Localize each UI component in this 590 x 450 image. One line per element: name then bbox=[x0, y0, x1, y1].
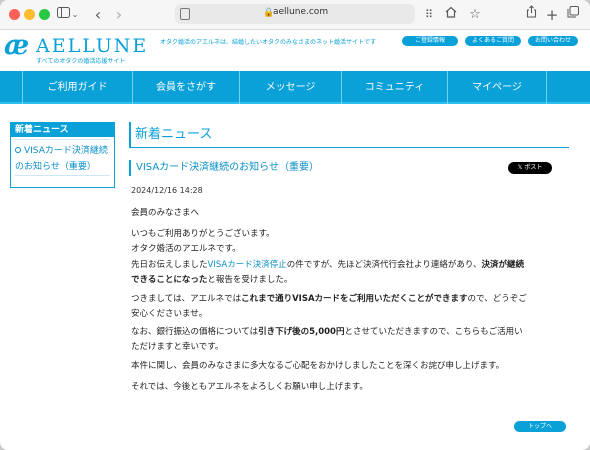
section-title: 新着ニュース bbox=[129, 122, 569, 148]
bold-text: 決済が継続 bbox=[481, 260, 525, 270]
share-icon[interactable] bbox=[524, 5, 538, 25]
divider bbox=[15, 139, 110, 140]
home-icon[interactable] bbox=[444, 5, 458, 25]
text: とさせていただきますので、こちらもご活用い bbox=[344, 327, 523, 337]
contact-button[interactable]: お問い合わせ bbox=[528, 36, 578, 46]
sidebar-toggle-icon[interactable] bbox=[56, 5, 70, 25]
news-sidebar: 新着ニュース VISAカード決済継続 のお知らせ（重要） bbox=[10, 122, 115, 188]
address-bar[interactable]: 🔒 aellune.com bbox=[175, 4, 415, 24]
bold-text: 引き下げ後の5,000円 bbox=[258, 327, 345, 337]
article-date: 2024/12/16 14:28 bbox=[131, 186, 203, 195]
browser-window: ⌄ ‹ › 🔒 aellune.com ⠿ ☆ + æ AELLUNE すべての… bbox=[0, 0, 590, 450]
bookmark-star-icon[interactable]: ☆ bbox=[468, 5, 482, 25]
text: ただけますと幸いです。 bbox=[131, 342, 224, 352]
divider bbox=[15, 175, 110, 176]
text: 安心くださいませ。 bbox=[131, 309, 208, 319]
text: ので、どうぞご bbox=[467, 294, 527, 304]
sidebar-link-line1: VISAカード決済継続 bbox=[24, 146, 108, 156]
logo-mark[interactable]: æ bbox=[4, 30, 29, 61]
tab-overview-icon[interactable] bbox=[566, 5, 580, 25]
visa-stop-link[interactable]: VISAカード決済停止 bbox=[208, 260, 287, 270]
sidebar-heading: 新着ニュース bbox=[11, 123, 114, 137]
intro-paragraph: いつもご利用ありがとうございます。 オタク婚活のアエルネです。 bbox=[131, 227, 571, 257]
nav-item-search-members[interactable]: 会員をさがす bbox=[132, 71, 239, 104]
intro-line2: オタク婚活のアエルネです。 bbox=[131, 244, 241, 254]
intro-line1: いつもご利用ありがとうございます。 bbox=[131, 229, 275, 239]
bank-paragraph: なお、銀行振込の価格については引き下げ後の5,000円とさせていただきますので、… bbox=[131, 325, 571, 355]
site-tagline: オタク婚活のアエルネは、結婚したいオタクのみなさまのネット婚活サイトです bbox=[160, 39, 377, 46]
announcement-paragraph: 先日お伝えしましたVISAカード決済停止の件ですが、先ほど決済代行会社より連絡が… bbox=[131, 258, 571, 288]
text: と報告を受けました。 bbox=[207, 275, 293, 285]
bullet-icon bbox=[15, 147, 21, 153]
nav-item-guide[interactable]: ご利用ガイド bbox=[22, 71, 132, 104]
greeting: 会員のみなさまへ bbox=[131, 208, 200, 218]
nav-item-community[interactable]: コミュニティ bbox=[341, 71, 447, 104]
visa-paragraph: つきましては、アエルネではこれまで通りVISAカードをご利用いただくことができま… bbox=[131, 292, 571, 322]
bold-text: これまで通りVISAカードをご利用いただくことができます bbox=[241, 294, 468, 304]
url-text: aellune.com bbox=[273, 7, 329, 17]
zoom-window-button[interactable] bbox=[39, 9, 50, 20]
x-post-button[interactable]: 𝕏 ポスト bbox=[508, 162, 552, 174]
new-tab-icon[interactable]: + bbox=[545, 5, 559, 25]
text: の件ですが、先ほど決済代行会社より連絡があり、 bbox=[286, 260, 482, 270]
apology-paragraph: 本件に関し、会員のみなさまに多大なるご心配をおかけしましたことを深くお詫び申し上… bbox=[131, 361, 505, 371]
bold-text: できることになった bbox=[131, 275, 208, 285]
nav-item-messages[interactable]: メッセージ bbox=[239, 71, 341, 104]
registration-info-button[interactable]: ご登録情報 bbox=[402, 36, 458, 46]
logo-name[interactable]: AELLUNE bbox=[36, 35, 148, 57]
grid-icon[interactable]: ⠿ bbox=[422, 5, 436, 25]
main-nav: ご利用ガイド 会員をさがす メッセージ コミュニティ マイページ bbox=[0, 71, 590, 104]
nav-item-mypage[interactable]: マイページ bbox=[447, 71, 547, 104]
sidebar-link-line2: のお知らせ（重要） bbox=[15, 162, 96, 172]
closing-paragraph: それでは、今後ともアエルネをよろしくお願い申し上げます。 bbox=[131, 382, 368, 392]
minimize-window-button[interactable] bbox=[24, 9, 35, 20]
forward-button[interactable]: › bbox=[113, 5, 125, 25]
text: 先日お伝えしました bbox=[131, 260, 208, 270]
faq-button[interactable]: よくあるご質問 bbox=[465, 36, 521, 46]
close-window-button[interactable] bbox=[9, 9, 20, 20]
back-to-top-button[interactable]: トップへ bbox=[514, 421, 566, 432]
logo-subtitle: すべてのオタクの婚活応援サイト bbox=[36, 58, 126, 65]
back-button[interactable]: ‹ bbox=[92, 5, 104, 25]
page-settings-icon[interactable] bbox=[180, 8, 190, 20]
chevron-down-icon[interactable]: ⌄ bbox=[71, 5, 79, 25]
text: つきましては、アエルネでは bbox=[131, 294, 242, 304]
browser-toolbar: ⌄ ‹ › 🔒 aellune.com ⠿ ☆ + bbox=[0, 0, 590, 30]
text: なお、銀行振込の価格については bbox=[131, 327, 259, 337]
sidebar-news-link[interactable]: VISAカード決済継続 のお知らせ（重要） bbox=[15, 143, 113, 175]
article-title: VISAカード決済継続のお知らせ（重要） bbox=[129, 160, 319, 176]
